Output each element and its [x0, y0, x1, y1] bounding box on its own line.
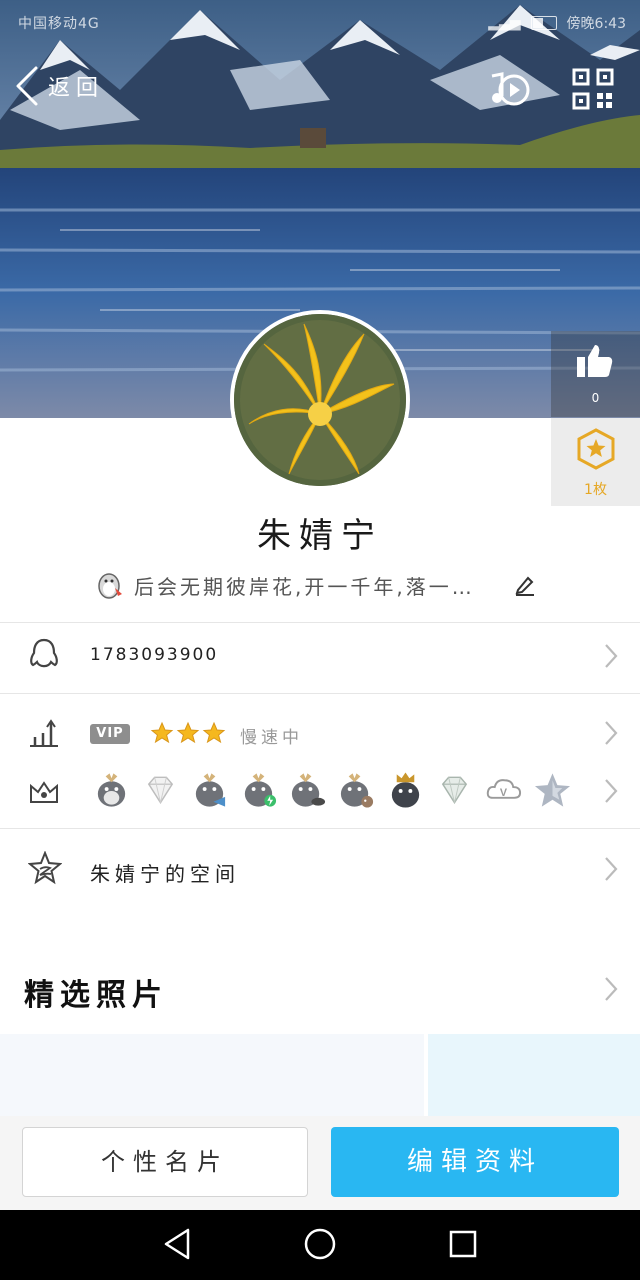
- action-bar: 个性名片 编辑资料: [0, 1116, 640, 1210]
- coin-icon: [577, 428, 615, 470]
- back-icon: [16, 66, 38, 106]
- penguin-icon: [98, 573, 122, 599]
- star-icon: [202, 721, 226, 744]
- signature-text: 后会无期彼岸花,开一千年,落一…: [134, 574, 475, 599]
- edit-icon[interactable]: [514, 574, 536, 596]
- qq-number: 1783093900: [90, 645, 219, 665]
- profile-card-button[interactable]: 个性名片: [22, 1127, 308, 1197]
- back-label: 返回: [48, 76, 105, 101]
- svg-text:V: V: [500, 787, 508, 799]
- penguin-bird-badge-icon: [291, 773, 326, 807]
- penguin-crown-badge-icon: [391, 772, 420, 808]
- crown-icon: [30, 781, 58, 803]
- star-icon: [176, 721, 200, 744]
- clock-label: 傍晚6:43: [566, 16, 626, 32]
- nav-recents-icon[interactable]: [447, 1227, 479, 1261]
- space-star-icon: [28, 851, 62, 885]
- edit-profile-button[interactable]: 编辑资料: [331, 1127, 619, 1197]
- level-icon: [30, 719, 58, 747]
- avatar[interactable]: [230, 310, 410, 490]
- status-icons: ▂▃▅ 傍晚6:43: [488, 13, 626, 33]
- signal-icon: ▂▃▅: [488, 15, 521, 31]
- level-stars: [150, 721, 226, 745]
- diamond-badge-icon: [147, 776, 174, 805]
- nav-back-icon[interactable]: [162, 1227, 194, 1261]
- like-button[interactable]: 0: [551, 331, 640, 417]
- chevron-right-icon: [605, 644, 618, 668]
- penguin-outline-icon: [30, 638, 58, 668]
- coin-button[interactable]: 1枚: [551, 418, 640, 506]
- carrier-label: 中国移动4G: [18, 16, 100, 32]
- chevron-right-icon: [605, 779, 618, 803]
- badge-list: V: [92, 770, 572, 810]
- nav-home-icon[interactable]: [303, 1227, 337, 1261]
- qr-code-icon[interactable]: [572, 68, 614, 110]
- chevron-right-icon: [605, 857, 618, 881]
- chevron-right-icon: [605, 721, 618, 745]
- top-bar: 返回: [0, 58, 640, 118]
- speed-text: 慢速中: [240, 728, 303, 748]
- cloud-vip-badge-icon: V: [486, 779, 522, 799]
- system-nav-bar: [0, 1210, 640, 1280]
- signature-row[interactable]: 后会无期彼岸花,开一千年,落一…: [96, 567, 556, 603]
- penguin-bolt-badge-icon: [244, 773, 277, 807]
- star-icon: [150, 721, 174, 744]
- chevron-right-icon: [605, 977, 618, 1001]
- nickname: 朱婧宁: [257, 516, 383, 556]
- penguin-badge-icon: [97, 773, 126, 807]
- coin-count: 1枚: [584, 482, 607, 498]
- thumbs-up-icon: [577, 345, 613, 377]
- back-button[interactable]: 返回: [14, 64, 104, 108]
- like-count: 0: [591, 391, 600, 405]
- diamond-green-badge-icon: [441, 776, 468, 805]
- status-bar: 中国移动4G ▂▃▅ 傍晚6:43: [0, 0, 640, 44]
- music-icon[interactable]: [486, 66, 534, 114]
- photo-thumbnail[interactable]: [0, 1034, 424, 1116]
- space-label: 朱婧宁的空间: [90, 862, 240, 886]
- penguin-fish-badge-icon: [195, 773, 226, 807]
- battery-icon: [530, 16, 557, 30]
- star-badge-icon: [534, 773, 571, 807]
- vip-badge: VIP: [90, 724, 130, 744]
- photo-thumbnail[interactable]: [428, 1034, 640, 1116]
- divider: [0, 693, 640, 694]
- penguin-dog-badge-icon: [340, 773, 374, 808]
- featured-photos-title: 精选照片: [24, 978, 168, 1013]
